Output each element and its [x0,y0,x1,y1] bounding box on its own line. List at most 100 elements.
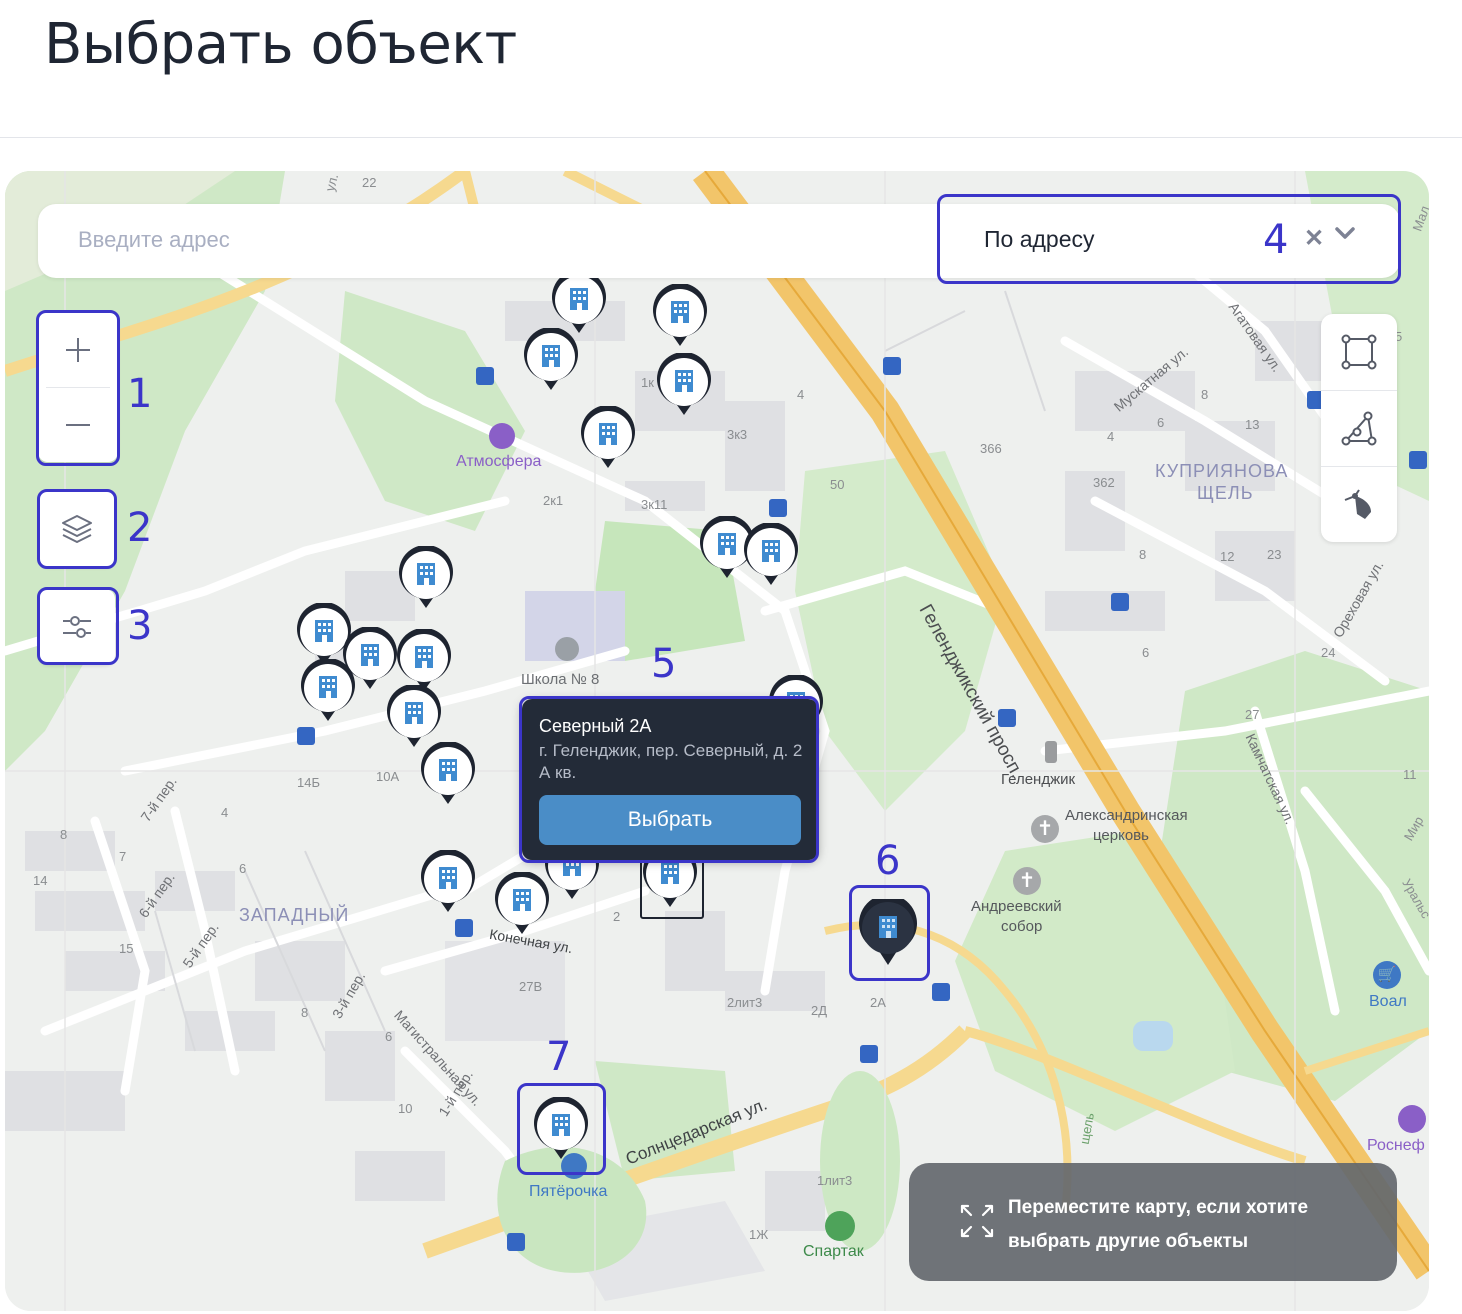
map-label-district: ЩЕЛЬ [1197,483,1254,503]
map-label-church: собор [1001,918,1043,935]
map[interactable]: ул. 22 1к 4 3к3 2к1 3к11 50 Атмосфера Шк… [5,171,1429,1311]
map-label: 11 [1403,767,1417,782]
map-label-district: КУПРИЯНОВА [1155,461,1289,481]
object-pin[interactable] [419,850,477,920]
bus-stop-icon [883,357,901,375]
map-label: 24 [1321,645,1336,660]
lasso-select-button[interactable] [1321,466,1397,542]
church-icon: ✝ [1031,815,1059,843]
map-label: 22 [362,175,377,190]
map-label-pyaterochka: Пятёрочка [529,1183,608,1200]
cart-icon: 🛒 [1373,961,1401,989]
annotation-box-3 [37,587,119,665]
map-label: 6 [1142,645,1150,660]
map-label-church: Андреевский [971,898,1062,915]
map-label: 12 [1220,549,1235,564]
object-pin[interactable] [579,406,637,476]
fuel-icon [1398,1105,1426,1133]
map-label: 4 [221,805,229,820]
polygon-select-button[interactable] [1321,390,1397,466]
lasso-icon [1344,489,1371,519]
bus-stop-icon [297,727,315,745]
monument-icon [1045,741,1057,763]
bus-stop-icon [769,499,787,517]
rectangle-select-icon [1341,334,1377,370]
map-label: 10 [398,1101,413,1116]
map-label-church: Александринская [1065,807,1188,824]
object-pin[interactable] [522,328,580,398]
stadium-icon [825,1211,855,1241]
drawing-tools-panel [1321,314,1397,542]
map-label: 8 [1201,387,1209,402]
map-label: 3к11 [641,497,668,512]
object-pin[interactable] [299,659,357,729]
map-label: 2лит3 [727,995,763,1010]
map-label: 1к [641,375,654,390]
annotation-box-5 [519,696,819,863]
map-label: 7 [119,849,127,864]
map-label: 362 [1093,475,1115,490]
annotation-number: 5 [651,641,677,687]
bus-stop-icon [860,1045,878,1063]
map-label: 27 [1245,707,1260,722]
map-hint-text: Переместите карту, если хотите выбрать д… [1008,1197,1309,1252]
annotation-box-7 [517,1083,606,1175]
map-label-voal: Воал [1369,993,1407,1010]
map-label: 8 [1139,547,1147,562]
map-label-school: Школа № 8 [521,671,600,688]
rectangle-select-button[interactable] [1321,314,1397,390]
annotation-number: 2 [127,505,153,551]
annotation-number: 6 [875,838,901,884]
bus-stop-icon [455,919,473,937]
map-label: 6 [239,861,247,876]
map-label: 14Б [297,775,320,790]
map-label: 4 [797,387,805,402]
expand-icon [959,1203,995,1244]
page-title: Выбрать объект [44,12,517,77]
map-label: 6 [385,1029,393,1044]
annotation-box-6 [849,885,930,981]
address-search-input[interactable] [76,226,940,254]
map-label-spartak: Спартак [803,1243,864,1260]
map-label-atmosfera: Атмосфера [456,453,542,470]
map-label-church: церковь [1093,827,1149,844]
object-pin[interactable] [655,353,713,423]
bus-stop-icon [932,983,950,1001]
object-pin[interactable] [419,742,477,812]
map-label: 2А [870,995,886,1010]
map-label: 50 [830,477,845,492]
map-label: 3к3 [727,427,748,442]
map-label: 14 [33,873,48,888]
map-label: 2к1 [543,493,564,508]
bus-stop-icon [1409,451,1427,469]
annotation-box-4 [937,194,1401,284]
map-label: 1лит3 [817,1173,853,1188]
bus-stop-icon [1111,593,1129,611]
object-pin[interactable] [397,546,455,616]
bus-stop-icon [476,367,494,385]
header-divider [0,137,1462,138]
map-label: 23 [1267,547,1282,562]
map-label: 8 [301,1005,309,1020]
shop-icon [489,423,515,449]
map-hint: Переместите карту, если хотите выбрать д… [909,1163,1397,1281]
map-label-district: ЗАПАДНЫЙ [239,905,350,925]
map-label-gelendzhik: Геленджик [1001,771,1076,788]
map-label: 1Ж [749,1227,769,1242]
bus-stop-icon [507,1233,525,1251]
map-label: 27В [519,979,543,994]
map-label-rosneft: Роснеф [1367,1137,1425,1154]
map-label: 10А [376,769,400,784]
object-pin[interactable] [651,284,709,354]
map-label: 2Д [811,1003,828,1018]
annotation-number: 4 [1263,217,1289,263]
annotation-number: 7 [546,1034,572,1080]
annotation-number: 1 [127,371,153,417]
annotation-box-1 [36,310,120,466]
annotation-number: 3 [127,603,153,649]
map-label: 366 [980,441,1002,456]
object-pin[interactable] [742,523,800,593]
map-label: 15 [119,941,134,956]
map-label: 8 [60,827,68,842]
map-label: 2 [613,909,621,924]
